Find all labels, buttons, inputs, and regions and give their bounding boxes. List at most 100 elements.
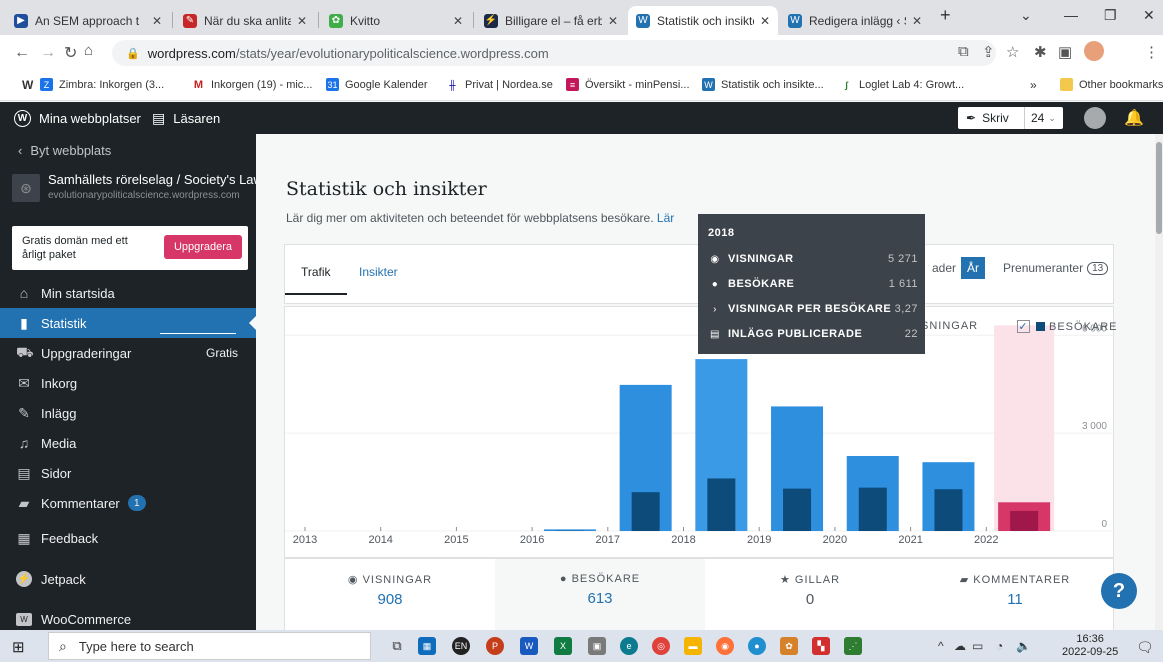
period-year-option[interactable]: År <box>961 257 986 279</box>
bookmark-item[interactable]: Z Zimbra: Inkorgen (3... <box>40 78 164 91</box>
windows-start-icon[interactable]: ⊞ <box>12 638 25 656</box>
sidebar-item-min-startsida[interactable]: ⌂ Min startsida <box>0 278 256 308</box>
browser-tab[interactable]: ✿ Kvitto ✕ <box>321 6 471 35</box>
bookmark-star-icon[interactable]: ☆ <box>1006 43 1019 61</box>
close-window-icon[interactable]: ✕ <box>1143 7 1155 24</box>
user-avatar[interactable] <box>1084 107 1106 129</box>
sidebar-item-sidor[interactable]: ▤ Sidor <box>0 458 256 488</box>
menu-kebab-icon[interactable]: ⋮ <box>1144 43 1159 61</box>
word-icon[interactable]: W <box>520 637 538 655</box>
reader-menu[interactable]: ▤ Läsaren <box>152 110 220 127</box>
sidebar-item-statistik[interactable]: ▮ Statistik <box>0 308 257 338</box>
notifications-bell-icon[interactable]: 🔔 <box>1124 108 1144 128</box>
browser-tab[interactable]: W Redigera inlägg ‹ S ✕ <box>780 6 930 35</box>
close-tab-icon[interactable]: ✕ <box>297 14 307 28</box>
back-arrow-icon[interactable]: ← <box>14 44 30 62</box>
share-icon[interactable]: ⇪ <box>982 43 995 61</box>
firefox-icon[interactable]: ◉ <box>716 637 734 655</box>
bookmark-item[interactable]: ∫ Loglet Lab 4: Growt... <box>840 78 964 91</box>
restore-icon[interactable]: ❐ <box>1104 7 1117 24</box>
chrome-icon[interactable]: ◎ <box>652 637 670 655</box>
summary-views[interactable]: ◉ VISNINGAR 908 <box>285 559 495 630</box>
write-button[interactable]: ✒ Skriv 24 ⌄ <box>958 107 1063 129</box>
display-icon[interactable]: ▭ <box>972 639 983 653</box>
subscribers-count: 13 <box>1087 261 1109 275</box>
bookmark-item[interactable]: ≡ Översikt - minPensi... <box>566 78 690 91</box>
sidebar-item-inkorg[interactable]: ✉ Inkorg <box>0 368 256 398</box>
checkbox-checked-icon[interactable]: ✓ <box>1017 320 1030 333</box>
period-month-option[interactable]: ader <box>932 261 956 275</box>
new-tab-button[interactable]: + <box>940 5 951 26</box>
reload-icon[interactable]: ↻ <box>64 43 77 63</box>
file-explorer-icon[interactable]: ▬ <box>684 637 702 655</box>
minimize-icon[interactable]: — <box>1064 7 1078 23</box>
learn-more-link[interactable]: Lär <box>657 211 674 225</box>
powerpoint-icon[interactable]: P <box>486 637 504 655</box>
tab-search-icon[interactable]: ⌄ <box>1020 7 1032 24</box>
bookmark-item[interactable]: ╫ Privat | Nordea.se <box>446 78 553 91</box>
summary-likes[interactable]: ★ GILLAR 0 <box>705 559 915 630</box>
bookmark-item[interactable]: W Statistik och insikte... <box>702 78 824 91</box>
onedrive-icon[interactable]: ☁ <box>954 639 966 653</box>
close-tab-icon[interactable]: ✕ <box>152 14 162 28</box>
notification-center-icon[interactable]: 🗨 <box>1136 639 1154 656</box>
language-label: EN <box>454 641 468 651</box>
sidebar-item-uppgraderingar[interactable]: ⛟ Uppgraderingar Gratis <box>0 338 256 368</box>
tray-overflow-icon[interactable]: ^ <box>938 639 944 653</box>
legend-visitors[interactable]: ✓ BESÖKARE <box>1017 320 1118 333</box>
browser-tab[interactable]: ▶ An SEM approach t ✕ <box>6 6 170 35</box>
profile-avatar[interactable] <box>1084 41 1104 61</box>
scrollbar[interactable] <box>1155 134 1163 630</box>
close-tab-icon[interactable]: ✕ <box>608 14 618 28</box>
calculator-icon[interactable]: ▦ <box>418 637 436 655</box>
sidebar-item-feedback[interactable]: ▦ Feedback <box>0 523 256 553</box>
wikipedia-bookmark[interactable]: W <box>22 78 33 92</box>
bookmark-item[interactable]: 31 Google Kalender <box>326 78 428 91</box>
app-chart-icon[interactable]: ⋰ <box>844 637 862 655</box>
app-icon[interactable]: ▣ <box>588 637 606 655</box>
my-sites-menu[interactable]: W Mina webbplatser <box>14 110 141 127</box>
browser-tab[interactable]: ⚡ Billigare el – få erbj ✕ <box>476 6 626 35</box>
drafts-count-dropdown[interactable]: 24 ⌄ <box>1024 107 1056 129</box>
volume-icon[interactable]: 🔈 <box>1016 639 1031 653</box>
extensions-icon[interactable]: ✱ <box>1034 43 1047 61</box>
browser-tab-active[interactable]: W Statistik och insikte ✕ <box>628 6 778 35</box>
bookmark-item[interactable]: M Inkorgen (19) - mic... <box>192 78 312 91</box>
language-icon[interactable]: EN <box>452 637 470 655</box>
current-site[interactable]: ⊛ Samhällets rörelselag / Society's Law … <box>12 170 256 214</box>
browser-tab[interactable]: ✎ När du ska anlita e ✕ <box>175 6 315 35</box>
side-panel-icon[interactable]: ▣ <box>1058 43 1072 61</box>
forward-arrow-icon[interactable]: → <box>40 44 56 62</box>
wifi-icon[interactable]: ◔ <box>996 639 1003 653</box>
app-globe-icon[interactable]: ● <box>748 637 766 655</box>
close-tab-icon[interactable]: ✕ <box>760 14 770 28</box>
taskbar-search[interactable]: ⌕ Type here to search <box>48 632 371 660</box>
home-icon[interactable]: ⌂ <box>84 42 93 59</box>
switch-site-link[interactable]: ‹ Byt webbplats <box>18 143 111 158</box>
upgrade-button[interactable]: Uppgradera <box>164 235 242 259</box>
paint-icon[interactable]: ✿ <box>780 637 798 655</box>
close-tab-icon[interactable]: ✕ <box>453 14 463 28</box>
legend-views[interactable]: SNINGAR <box>921 320 978 332</box>
scrollbar-thumb[interactable] <box>1156 142 1162 234</box>
help-button[interactable]: ? <box>1101 573 1137 609</box>
summary-visitors[interactable]: ● BESÖKARE 613 <box>495 559 705 630</box>
system-clock[interactable]: 16:36 2022-09-25 <box>1062 633 1118 659</box>
summary-comments[interactable]: ▰ KOMMENTARER 11 <box>915 559 1115 630</box>
close-tab-icon[interactable]: ✕ <box>912 14 922 28</box>
tab-trafik[interactable]: Trafik <box>301 265 331 279</box>
sidebar-item-kommentarer[interactable]: ▰ Kommentarer 1 <box>0 488 256 518</box>
app-grid-icon[interactable]: ▚ <box>812 637 830 655</box>
task-view-icon[interactable]: ⧉ <box>388 637 406 655</box>
subscribers-link[interactable]: Prenumeranter <box>1003 261 1083 275</box>
sidebar-item-media[interactable]: ♫ Media <box>0 428 256 458</box>
other-bookmarks[interactable]: Other bookmarks <box>1060 78 1163 91</box>
excel-icon[interactable]: X <box>554 637 572 655</box>
sidebar-item-inlagg[interactable]: ✎ Inlägg <box>0 398 256 428</box>
tab-insikter[interactable]: Insikter <box>359 265 398 279</box>
edge-icon[interactable]: e <box>620 637 638 655</box>
install-app-icon[interactable]: ⧉ <box>958 43 969 60</box>
url-bar[interactable]: 🔒 wordpress.com/stats/year/evolutionaryp… <box>112 40 996 66</box>
sidebar-item-jetpack[interactable]: ⚡ Jetpack <box>0 564 256 594</box>
bookmarks-overflow-button[interactable]: » <box>1030 78 1037 92</box>
